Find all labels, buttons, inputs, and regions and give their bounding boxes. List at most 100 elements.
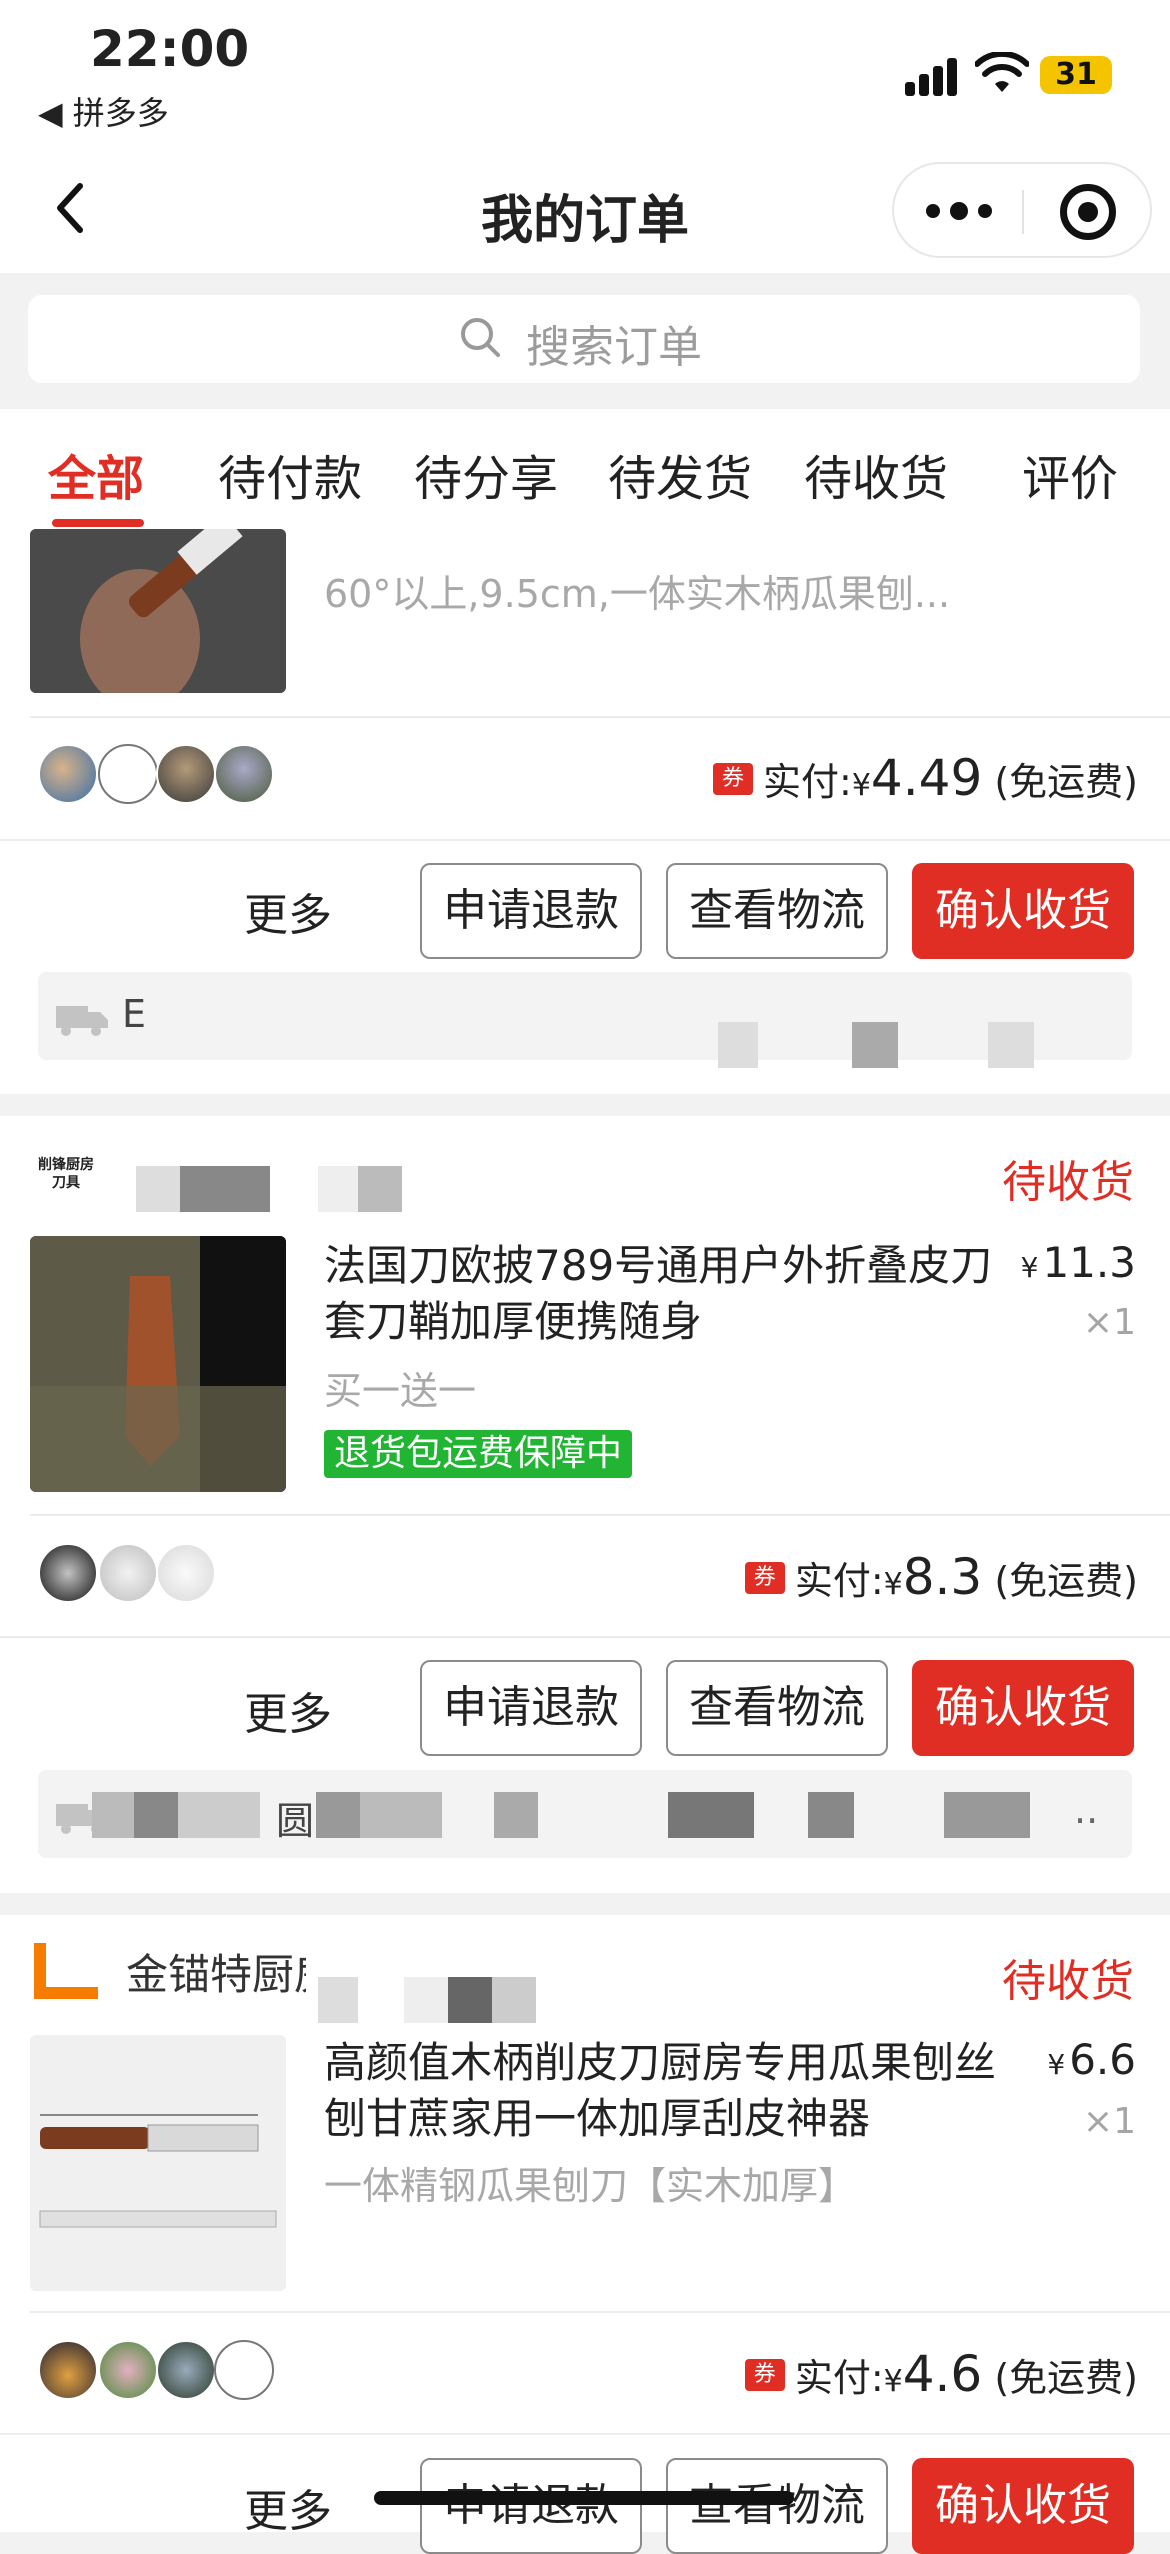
redacted-block [808,1792,854,1838]
logistics-text: 圆 [276,1799,315,1843]
more-button[interactable]: 更多 [244,1678,332,1742]
home-indicator[interactable] [374,2491,794,2505]
order-card: 削锋厨房 刀具 待收货 法国刀欧披789号通用户外折叠皮刀套刀鞘加厚便携随身 ¥1… [0,1116,1170,1893]
redacted-block [92,1792,134,1838]
product-image[interactable] [30,529,286,693]
tab-all[interactable]: 全部 [48,439,144,509]
redacted-block [180,1166,270,1212]
currency: ¥ [883,2364,903,2399]
redacted-block [178,1792,260,1838]
currency: ¥ [883,1567,903,1602]
active-tab-indicator [52,519,144,527]
paid-value: 4.6 [902,2345,983,2403]
confirm-receipt-button[interactable]: 确认收货 [912,1660,1134,1756]
avatar [156,1543,216,1603]
cellular-signal-icon [905,56,957,96]
product-photo-peeler-in-hand [30,529,286,693]
redacted-block [944,1792,1030,1838]
view-logistics-button[interactable]: 查看物流 [666,1660,888,1756]
paid-value: 4.49 [870,749,983,807]
shipping-note: (免运费) [994,2356,1138,2400]
product-photo-peeler-with-ruler [30,2035,286,2291]
wifi-icon [975,52,1029,92]
product-image[interactable] [30,2035,286,2291]
shop-logo[interactable] [34,1943,98,2007]
request-refund-button[interactable]: 申请退款 [420,2458,642,2554]
tab-pending-receipt[interactable]: 待收货 [804,439,948,509]
order-tabs: 全部 待付款 待分享 待发货 待收货 评价 [0,409,1170,529]
more-button[interactable]: 更多 [244,2475,332,2539]
tab-pending-share[interactable]: 待分享 [414,439,558,509]
shipping-note: (免运费) [994,760,1138,804]
more-dots-icon[interactable] [926,200,996,224]
coupon-badge: 券 [744,1561,785,1594]
capsule-divider [1022,190,1024,234]
price-value: 11.3 [1042,1238,1136,1287]
redacted-block [136,1166,180,1212]
redacted-block [318,1977,358,2023]
logistics-summary[interactable]: E [38,972,1132,1068]
search-icon [461,318,500,357]
avatar [98,2340,158,2400]
request-refund-button[interactable]: 申请退款 [420,863,642,959]
product-spec: 60°以上,9.5cm,一体实木柄瓜果刨... [324,572,951,616]
divider [30,716,1170,718]
logistics-summary[interactable]: 圆 .. [38,1770,1132,1858]
redacted-block [668,1792,754,1838]
redacted-block [492,1977,536,2023]
search-input[interactable]: 搜索订单 [28,295,1140,383]
divider [0,839,1170,841]
order-card: 金锚特厨房 待收货 高颜值木柄削皮刀厨房专用瓜果刨丝刨甘蔗家用一体加厚刮皮神器 … [0,1915,1170,2554]
redacted-block [358,1166,402,1212]
product-title[interactable]: 法国刀欧披789号通用户外折叠皮刀套刀鞘加厚便携随身 [324,1238,1004,1350]
logistics-text: E [122,992,147,1036]
redacted-block [134,1792,178,1838]
paid-amount: 券实付:¥4.49 (免运费) [713,749,1138,807]
coupon-badge: 券 [744,2358,785,2391]
product-quantity: ×1 [1082,1302,1136,1343]
product-spec: 买一送一 [324,1369,477,1413]
tab-review[interactable]: 评价 [1022,439,1118,509]
redacted-block [852,1022,898,1068]
request-refund-button[interactable]: 申请退款 [420,1660,642,1756]
product-quantity: ×1 [1082,2101,1136,2142]
search-area: 搜索订单 [0,273,1170,409]
product-spec: 一体精钢瓜果刨刀【实木加厚】 [324,2164,857,2208]
product-photo-knife-sheath [30,1236,286,1492]
currency: ¥ [1047,2048,1066,2081]
shop-name[interactable]: 金锚特厨房 [126,1941,306,2002]
paid-amount: 券实付:¥8.3 (免运费) [744,1548,1138,1606]
shop-logo[interactable]: 削锋厨房 刀具 [34,1146,98,1210]
order-status: 待收货 [1002,1157,1134,1208]
tab-pending-payment[interactable]: 待付款 [218,439,362,509]
back-to-app-link[interactable]: ◀ 拼多多 [38,88,169,134]
avatar [38,744,98,804]
search-placeholder: 搜索订单 [526,322,702,373]
more-button[interactable]: 更多 [244,879,332,943]
coupon-badge: 券 [713,762,754,795]
product-title[interactable]: 高颜值木柄削皮刀厨房专用瓜果刨丝刨甘蔗家用一体加厚刮皮神器 [324,2035,1004,2147]
avatar [38,2340,98,2400]
confirm-receipt-button[interactable]: 确认收货 [912,2458,1134,2554]
view-logistics-button[interactable]: 查看物流 [666,863,888,959]
avatar [38,1543,98,1603]
currency: ¥ [851,768,871,803]
return-shipping-guarantee-badge: 退货包运费保障中 [324,1430,633,1478]
confirm-receipt-button[interactable]: 确认收货 [912,863,1134,959]
divider [0,1636,1170,1638]
product-image[interactable] [30,1236,286,1492]
redacted-block [718,1022,758,1068]
paid-label: 实付: [763,760,852,804]
battery-indicator: 31 [1040,56,1112,94]
avatar [214,2340,274,2400]
close-target-icon[interactable] [1060,184,1116,240]
paid-label: 实付: [794,2356,884,2400]
view-logistics-button[interactable]: 查看物流 [666,2458,888,2554]
paid-value: 8.3 [902,1548,983,1606]
mini-program-capsule [892,162,1152,258]
truck-icon [56,1006,108,1036]
redacted-block [316,1792,360,1838]
redacted-block [448,1977,492,2023]
tab-pending-shipment[interactable]: 待发货 [608,439,752,509]
order-card: 60°以上,9.5cm,一体实木柄瓜果刨... 券实付:¥4.49 (免运费) … [0,529,1170,1094]
